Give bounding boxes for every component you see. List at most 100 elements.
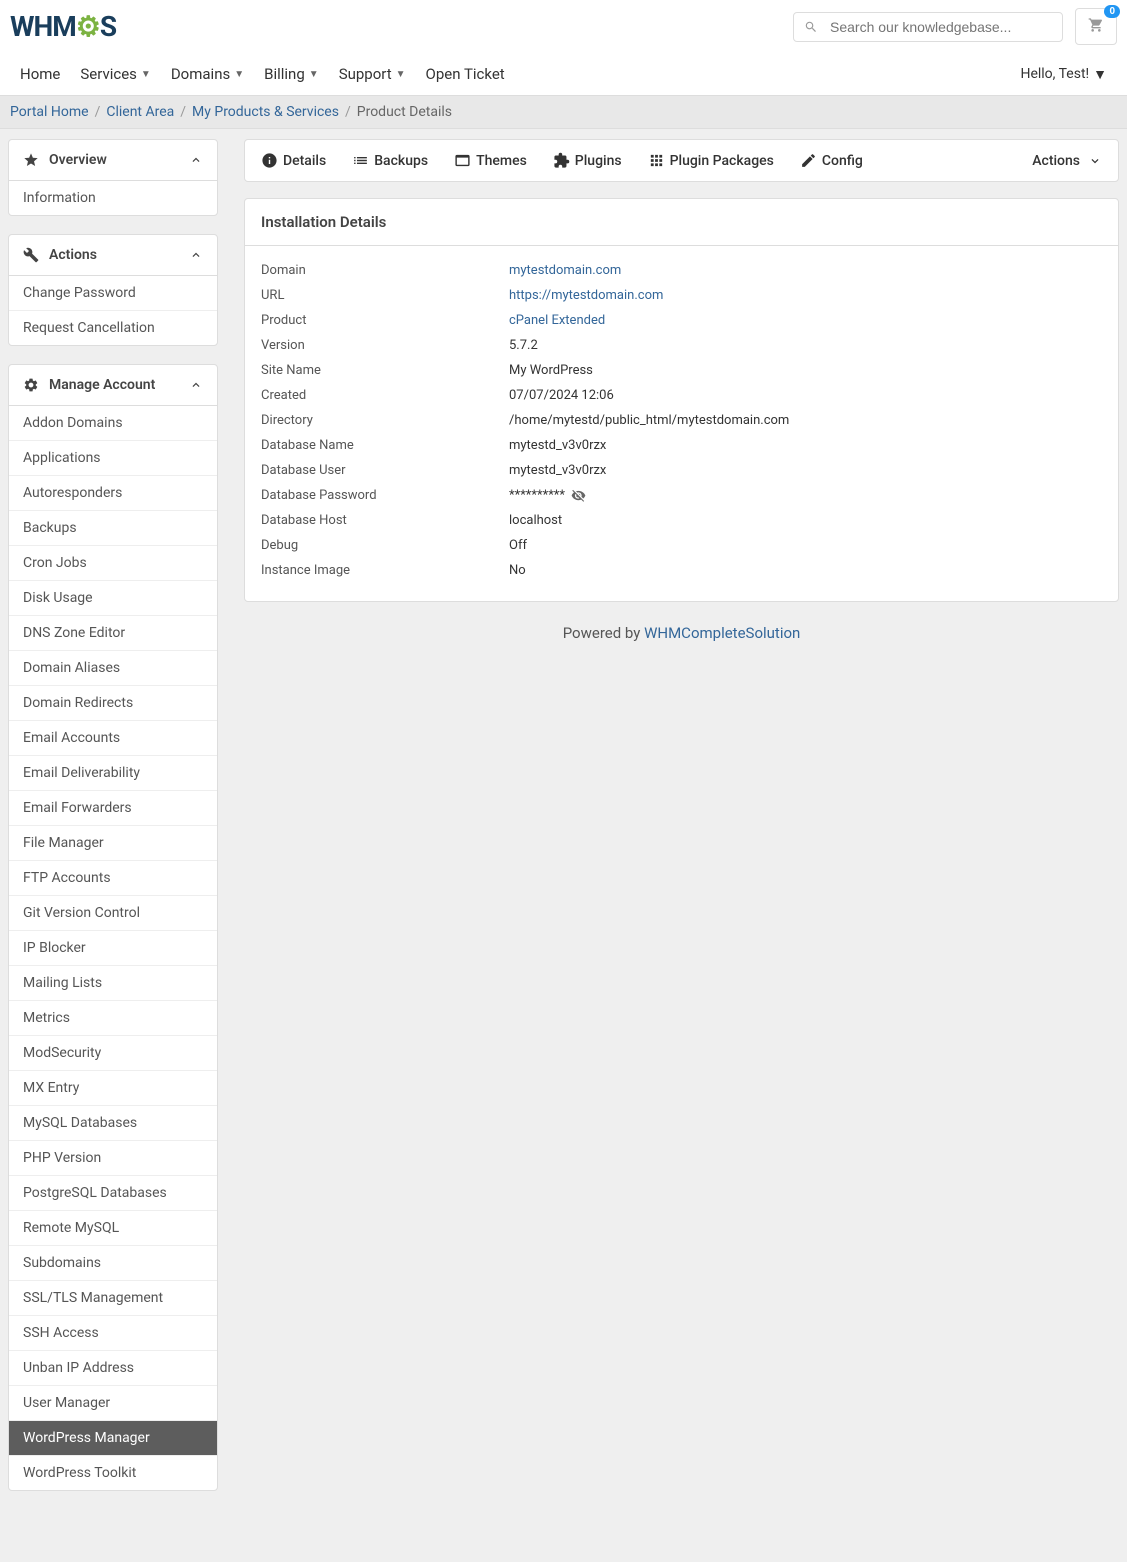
sidebar-item-mx-entry[interactable]: MX Entry: [9, 1071, 217, 1106]
breadcrumb-sep: /: [95, 104, 101, 120]
sidebar-item-addon-domains[interactable]: Addon Domains: [9, 406, 217, 441]
detail-value: 5.7.2: [509, 338, 538, 353]
sidebar-item-cron-jobs[interactable]: Cron Jobs: [9, 546, 217, 581]
detail-label: Created: [261, 388, 509, 403]
tab-config[interactable]: Config: [800, 152, 863, 169]
logo-text-main: WHM: [10, 10, 76, 43]
detail-value: mytestd_v3v0rzx: [509, 438, 606, 453]
sidebar-item-ftp-accounts[interactable]: FTP Accounts: [9, 861, 217, 896]
sidebar-item-change-password[interactable]: Change Password: [9, 276, 217, 311]
detail-row: Database Usermytestd_v3v0rzx: [261, 458, 1102, 483]
sidebar-item-domain-aliases[interactable]: Domain Aliases: [9, 651, 217, 686]
user-greeting[interactable]: Hello, Test! ▼: [1010, 54, 1117, 95]
detail-label: Database Host: [261, 513, 509, 528]
detail-label: Version: [261, 338, 509, 353]
detail-label: Database User: [261, 463, 509, 478]
actions-header[interactable]: Actions: [9, 235, 217, 276]
sidebar-item-domain-redirects[interactable]: Domain Redirects: [9, 686, 217, 721]
overview-header[interactable]: Overview: [9, 140, 217, 181]
breadcrumb-sep: /: [180, 104, 186, 120]
cart-button[interactable]: 0: [1075, 8, 1117, 45]
tab-themes[interactable]: Themes: [454, 152, 527, 169]
sidebar-item-postgresql-databases[interactable]: PostgreSQL Databases: [9, 1176, 217, 1211]
detail-row: DebugOff: [261, 533, 1102, 558]
detail-value: Off: [509, 538, 527, 553]
nav-bar: HomeServices▼Domains▼Billing▼Support▼Ope…: [0, 53, 1127, 96]
breadcrumb-link[interactable]: My Products & Services: [192, 104, 339, 120]
sidebar-item-remote-mysql[interactable]: Remote MySQL: [9, 1211, 217, 1246]
top-header: WHM⚙S 0: [0, 0, 1127, 53]
detail-row: Site NameMy WordPress: [261, 358, 1102, 383]
detail-value: /home/mytestd/public_html/mytestdomain.c…: [509, 413, 789, 428]
sidebar-item-email-forwarders[interactable]: Email Forwarders: [9, 791, 217, 826]
chevron-up-icon: [189, 378, 203, 392]
sidebar-item-disk-usage[interactable]: Disk Usage: [9, 581, 217, 616]
eye-off-icon[interactable]: [571, 488, 586, 503]
sidebar-item-request-cancellation[interactable]: Request Cancellation: [9, 311, 217, 345]
detail-value[interactable]: cPanel Extended: [509, 313, 605, 328]
search-input[interactable]: [830, 19, 1052, 35]
detail-label: URL: [261, 288, 509, 303]
star-icon: [23, 152, 39, 168]
sidebar-item-modsecurity[interactable]: ModSecurity: [9, 1036, 217, 1071]
breadcrumb-link[interactable]: Client Area: [106, 104, 174, 120]
sidebar-item-autoresponders[interactable]: Autoresponders: [9, 476, 217, 511]
sidebar-item-ssh-access[interactable]: SSH Access: [9, 1316, 217, 1351]
chevron-up-icon: [189, 153, 203, 167]
sidebar-item-subdomains[interactable]: Subdomains: [9, 1246, 217, 1281]
detail-value[interactable]: https://mytestdomain.com: [509, 288, 663, 303]
sidebar-item-git-version-control[interactable]: Git Version Control: [9, 896, 217, 931]
sidebar-item-email-accounts[interactable]: Email Accounts: [9, 721, 217, 756]
sidebar-item-wordpress-toolkit[interactable]: WordPress Toolkit: [9, 1456, 217, 1490]
sidebar-item-php-version[interactable]: PHP Version: [9, 1141, 217, 1176]
breadcrumb-link[interactable]: Portal Home: [10, 104, 89, 120]
sidebar-item-ip-blocker[interactable]: IP Blocker: [9, 931, 217, 966]
sidebar-item-ssl-tls-management[interactable]: SSL/TLS Management: [9, 1281, 217, 1316]
nav-billing[interactable]: Billing▼: [254, 53, 329, 95]
tab-actions[interactable]: Actions: [1032, 153, 1102, 169]
sidebar-item-dns-zone-editor[interactable]: DNS Zone Editor: [9, 616, 217, 651]
breadcrumb: Portal Home / Client Area / My Products & Se…: [0, 96, 1127, 129]
sidebar-item-wordpress-manager[interactable]: WordPress Manager: [9, 1421, 217, 1456]
detail-label: Domain: [261, 263, 509, 278]
sidebar-item-email-deliverability[interactable]: Email Deliverability: [9, 756, 217, 791]
nav-left: HomeServices▼Domains▼Billing▼Support▼Ope…: [10, 53, 515, 95]
tab-plugin-packages[interactable]: Plugin Packages: [648, 152, 774, 169]
manage-title: Manage Account: [49, 377, 155, 393]
detail-row: Database Namemytestd_v3v0rzx: [261, 433, 1102, 458]
window-icon: [454, 152, 471, 169]
sidebar-item-backups[interactable]: Backups: [9, 511, 217, 546]
manage-header[interactable]: Manage Account: [9, 365, 217, 406]
sidebar-item-file-manager[interactable]: File Manager: [9, 826, 217, 861]
nav-open-ticket[interactable]: Open Ticket: [416, 53, 515, 95]
sidebar-item-metrics[interactable]: Metrics: [9, 1001, 217, 1036]
installation-details-card: Installation Details Domainmytestdomain.…: [244, 198, 1119, 602]
sidebar-item-mysql-databases[interactable]: MySQL Databases: [9, 1106, 217, 1141]
search-box[interactable]: [793, 12, 1063, 42]
nav-item-label: Services: [80, 65, 137, 83]
sidebar-item-information[interactable]: Information: [9, 181, 217, 215]
logo[interactable]: WHM⚙S: [10, 10, 116, 43]
tab-plugins[interactable]: Plugins: [553, 152, 622, 169]
tab-config-label: Config: [822, 153, 863, 169]
detail-row: Created07/07/2024 12:06: [261, 383, 1102, 408]
sidebar-item-applications[interactable]: Applications: [9, 441, 217, 476]
sidebar-item-mailing-lists[interactable]: Mailing Lists: [9, 966, 217, 1001]
tab-details[interactable]: Details: [261, 152, 326, 169]
nav-support[interactable]: Support▼: [329, 53, 416, 95]
password-mask: **********: [509, 488, 565, 503]
footer-link[interactable]: WHMCompleteSolution: [644, 624, 800, 642]
nav-home[interactable]: Home: [10, 53, 70, 95]
logo-text-end: S: [100, 10, 116, 43]
nav-services[interactable]: Services▼: [70, 53, 160, 95]
detail-value: No: [509, 563, 526, 578]
sidebar-item-user-manager[interactable]: User Manager: [9, 1386, 217, 1421]
greeting-text: Hello, Test!: [1020, 66, 1089, 82]
detail-value[interactable]: mytestdomain.com: [509, 263, 621, 278]
detail-value: 07/07/2024 12:06: [509, 388, 614, 403]
nav-domains[interactable]: Domains▼: [161, 53, 254, 95]
sidebar-item-unban-ip-address[interactable]: Unban IP Address: [9, 1351, 217, 1386]
plugin-icon: [553, 152, 570, 169]
caret-down-icon: ▼: [234, 69, 244, 80]
tab-backups[interactable]: Backups: [352, 152, 428, 169]
